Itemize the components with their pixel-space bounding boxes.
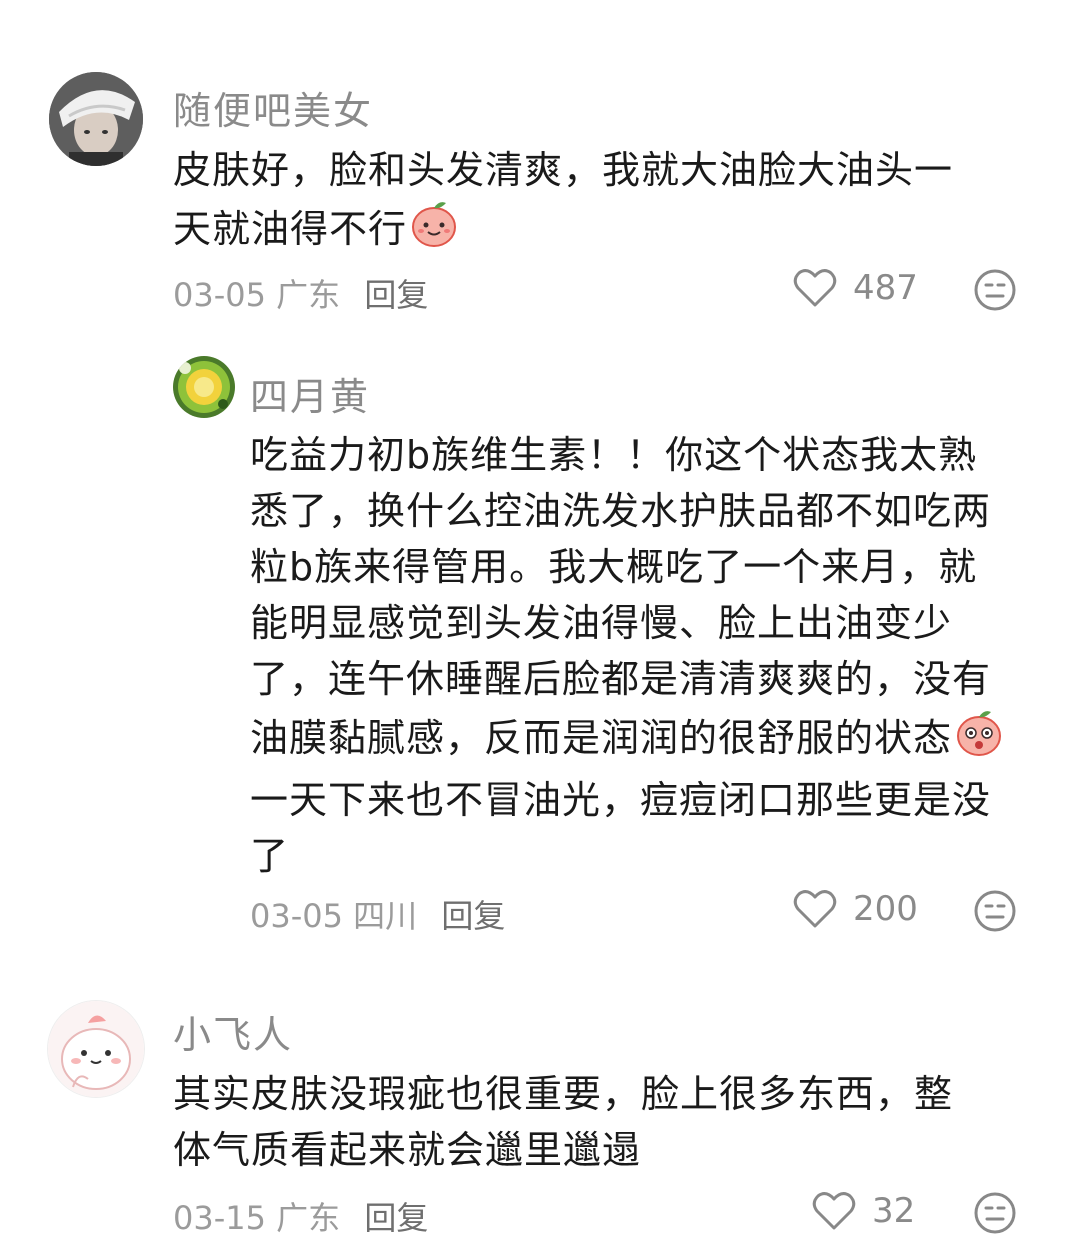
heart-icon [812,1192,856,1230]
heart-icon [793,269,837,307]
comment-text-line: 天就油得不行 [173,207,408,251]
like-count: 200 [853,889,918,929]
unhappy-face-icon [974,890,1016,932]
comment-text: 皮肤好，脸和头发清爽，我就大油脸大油头一 天就油得不行 [173,142,1033,263]
comment-text: 其实皮肤没瑕疵也很重要，脸上很多东西，整 体气质看起来就会邋里邋遢 [173,1066,1033,1178]
like-button[interactable]: 487 [793,268,918,308]
comment-text: 吃益力初b族维生素！！你这个状态我太熟悉了，换什么控油洗发水护肤品都不如吃两粒b… [250,427,1010,884]
avatar[interactable] [49,72,143,166]
comment-date: 03-15 [173,1199,266,1237]
comment-text-line: 体气质看起来就会邋里邋遢 [173,1128,642,1172]
comment-text-part: 一天下来也不冒油光，痘痘闭口那些更是没了 [250,778,992,878]
username[interactable]: 四月黄 [250,366,370,421]
avatar[interactable] [47,1000,145,1098]
dislike-button[interactable] [973,889,1017,937]
comment-location: 广东 [276,276,341,314]
heart-icon [793,890,837,928]
comment-meta: 03-05 四川 回复 [250,891,505,937]
like-count: 32 [872,1191,916,1231]
like-button[interactable]: 200 [793,889,918,929]
comment-date: 03-05 [173,276,266,314]
dislike-button[interactable] [973,268,1017,316]
peach-wow-emoji-icon [954,707,1004,772]
comment-location: 四川 [353,897,418,935]
reply-button[interactable]: 回复 [441,897,505,935]
reply-button[interactable]: 回复 [364,1199,428,1237]
comment-text-line: 其实皮肤没瑕疵也很重要，脸上很多东西，整 [173,1072,954,1116]
comment-text-line: 皮肤好，脸和头发清爽，我就大油脸大油头一 [173,148,954,192]
peach-smile-emoji-icon [409,198,459,263]
like-button[interactable]: 32 [812,1191,915,1231]
reply-button[interactable]: 回复 [364,276,428,314]
dislike-button[interactable] [973,1191,1017,1239]
comment-text-part: 吃益力初b族维生素！！你这个状态我太熟悉了，换什么控油洗发水护肤品都不如吃两粒b… [250,433,992,760]
comment-meta: 03-05 广东 回复 [173,270,428,316]
comment-meta: 03-15 广东 回复 [173,1193,428,1239]
username[interactable]: 小飞人 [173,1004,293,1059]
comment-date: 03-05 [250,897,343,935]
unhappy-face-icon [974,1192,1016,1234]
like-count: 487 [853,268,918,308]
username[interactable]: 随便吧美女 [173,80,373,135]
comment-location: 广东 [276,1199,341,1237]
avatar[interactable] [173,356,235,418]
unhappy-face-icon [974,269,1016,311]
